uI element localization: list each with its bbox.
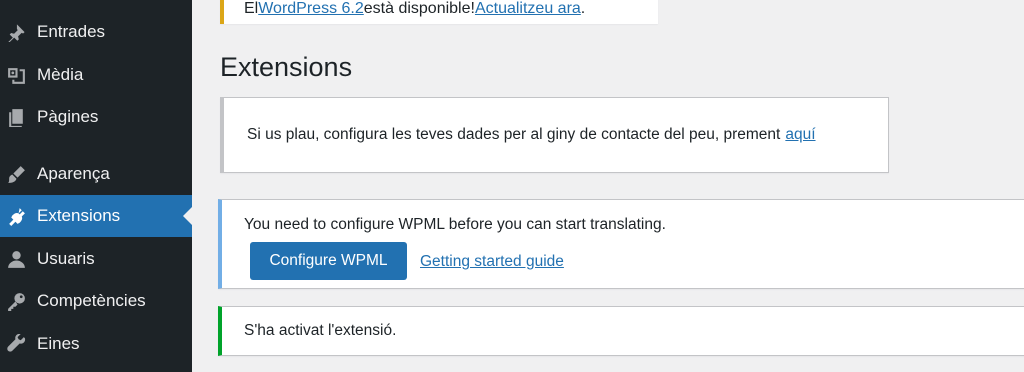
update-notice-middle: està disponible!: [363, 0, 475, 17]
sidebar-item-label: Competències: [37, 291, 146, 310]
sidebar-item-entrades[interactable]: Entrades: [0, 11, 192, 53]
sidebar-item-label: Eines: [37, 334, 80, 353]
user-icon: [5, 248, 27, 270]
configure-wpml-button[interactable]: Configure WPML: [250, 242, 407, 280]
sidebar-item-label: Pàgines: [37, 107, 99, 126]
sidebar-item-label: Extensions: [37, 206, 121, 225]
sidebar-item-label: Mèdia: [37, 65, 84, 84]
sidebar-item-label: Aparença: [37, 164, 110, 183]
admin-sidebar: Entrades Mèdia Pàgines Aparença Extensio…: [0, 0, 192, 372]
brush-icon: [5, 163, 27, 185]
sidebar-item-competencies[interactable]: Competències: [0, 280, 192, 322]
success-notice-text: S'ha activat l'extensió.: [244, 322, 397, 339]
update-now-link[interactable]: Actualitzeu ara: [475, 0, 581, 18]
sidebar-item-pages[interactable]: Pàgines: [0, 96, 192, 138]
pin-icon: [5, 21, 27, 43]
update-notice: El WordPress 6.2 està disponible! Actual…: [220, 0, 658, 24]
media-icon: [5, 64, 27, 86]
update-notice-suffix: .: [580, 0, 586, 17]
sidebar-item-label: Entrades: [37, 22, 106, 41]
sidebar-item-appearance[interactable]: Aparença: [0, 153, 192, 195]
wordpress-version-link[interactable]: WordPress 6.2: [258, 0, 364, 18]
sidebar-item-media[interactable]: Mèdia: [0, 54, 192, 96]
pages-icon: [5, 106, 27, 128]
menu-separator: [0, 140, 192, 150]
sidebar-item-label: Usuaris: [37, 249, 95, 268]
sidebar-item-users[interactable]: Usuaris: [0, 238, 192, 280]
sidebar-item-tools[interactable]: Eines: [0, 323, 192, 365]
wrench-icon: [5, 333, 27, 355]
update-notice-prefix: El: [244, 0, 259, 17]
contact-notice-link[interactable]: aquí: [785, 126, 815, 144]
page-title: Extensions: [220, 52, 353, 82]
wpml-notice-text: You need to configure WPML before you ca…: [244, 216, 666, 233]
plugin-icon: [5, 205, 27, 227]
contact-widget-notice: Si us plau, configura les teves dades pe…: [220, 97, 889, 173]
sidebar-item-extensions[interactable]: Extensions: [0, 195, 192, 237]
wpml-notice: You need to configure WPML before you ca…: [218, 199, 1024, 289]
plugin-activated-notice: S'ha activat l'extensió.: [218, 306, 1024, 356]
key-icon: [5, 290, 27, 312]
getting-started-guide-link[interactable]: Getting started guide: [420, 253, 564, 271]
contact-notice-text: Si us plau, configura les teves dades pe…: [247, 126, 781, 143]
